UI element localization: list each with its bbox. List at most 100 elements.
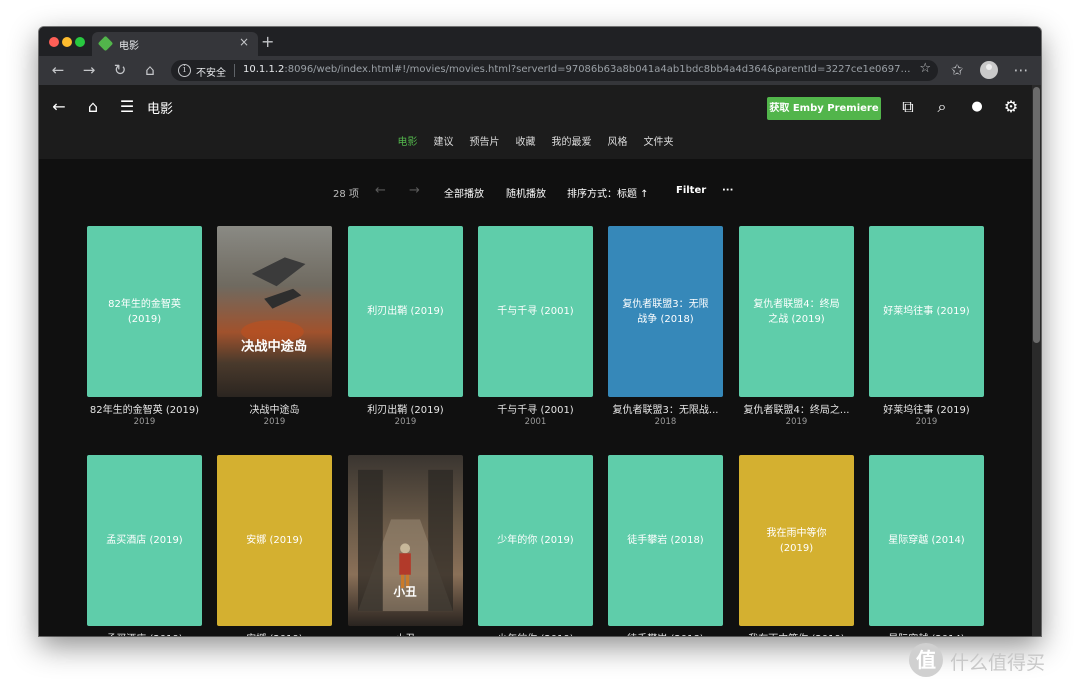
movie-card[interactable]: 利刃出鞘 (2019) 利刃出鞘 (2019) 2019 <box>348 226 463 427</box>
movie-title[interactable]: 82年生的金智英 (2019) <box>87 401 202 416</box>
movie-title[interactable]: 我在雨中等你 (2019) <box>739 630 854 636</box>
tab-suggestions[interactable]: 建议 <box>434 133 454 148</box>
app-back-button[interactable]: ← <box>47 95 71 119</box>
movie-title[interactable]: 小丑 <box>348 630 463 636</box>
insecure-label[interactable]: 不安全 <box>196 64 226 79</box>
poster-title: 好莱坞往事 (2019) <box>883 306 970 317</box>
movie-card[interactable]: 复仇者联盟4：终局之战 (2019) 复仇者联盟4：终局之... 2019 <box>739 226 854 427</box>
next-page-button[interactable]: → <box>409 183 420 198</box>
tab-strip: 电影 × + <box>39 27 1041 56</box>
filter-button[interactable]: Filter <box>676 185 706 196</box>
movie-poster-placeholder[interactable]: 好莱坞往事 (2019) <box>869 226 984 397</box>
movie-poster-placeholder[interactable]: 星际穿越 (2014) <box>869 455 984 626</box>
tab-trailers[interactable]: 预告片 <box>470 133 500 148</box>
tab-collections[interactable]: 收藏 <box>516 133 536 148</box>
movie-poster-placeholder[interactable]: 我在雨中等你 (2019) <box>739 455 854 626</box>
address-bar[interactable]: i 不安全 10.1.1.2:8096/web/index.html#!/mov… <box>171 60 938 81</box>
poster-title: 徒手攀岩 (2018) <box>627 535 704 546</box>
movie-card[interactable]: 我在雨中等你 (2019) 我在雨中等你 (2019) <box>739 455 854 636</box>
window-close-button[interactable] <box>49 37 59 47</box>
movie-poster-placeholder[interactable]: 82年生的金智英 (2019) <box>87 226 202 397</box>
new-tab-button[interactable]: + <box>261 32 274 51</box>
sort-button[interactable]: 排序方式：标题 ↑ <box>567 185 649 200</box>
page-title: 电影 <box>147 102 174 117</box>
play-all-button[interactable]: 全部播放 <box>444 185 484 200</box>
movie-card[interactable]: 安娜 (2019) 安娜 (2019) <box>217 455 332 636</box>
page-scrollbar[interactable] <box>1032 85 1041 636</box>
movie-card[interactable]: 决战中途岛 决战中途岛 2019 <box>217 226 332 427</box>
movie-card[interactable]: 千与千寻 (2001) 千与千寻 (2001) 2001 <box>478 226 593 427</box>
tab-close-icon[interactable]: × <box>239 35 249 49</box>
browser-forward-button[interactable]: → <box>78 56 100 85</box>
scrollbar-thumb[interactable] <box>1033 87 1040 343</box>
browser-back-button[interactable]: ← <box>47 56 69 85</box>
movie-poster-image[interactable]: 小丑 <box>348 455 463 626</box>
movie-poster-placeholder[interactable]: 孟买酒店 (2019) <box>87 455 202 626</box>
movie-card[interactable]: 孟买酒店 (2019) 孟买酒店 (2019) <box>87 455 202 636</box>
info-icon[interactable]: i <box>178 64 191 77</box>
browser-reload-button[interactable]: ↻ <box>109 56 131 85</box>
app-menu-icon[interactable]: ☰ <box>115 95 139 119</box>
movie-poster-placeholder[interactable]: 复仇者联盟3：无限战争 (2018) <box>608 226 723 397</box>
movie-title[interactable]: 好莱坞往事 (2019) <box>869 401 984 416</box>
browser-window: 电影 × + ← → ↻ ⌂ i 不安全 10.1.1.2:8096/web/i… <box>39 27 1041 636</box>
more-options-button[interactable]: ··· <box>722 185 733 196</box>
window-maximize-button[interactable] <box>75 37 85 47</box>
app-home-icon[interactable]: ⌂ <box>81 95 105 119</box>
movie-title[interactable]: 复仇者联盟3：无限战... <box>608 401 723 416</box>
poster-title: 复仇者联盟3：无限战争 (2018) <box>622 298 709 325</box>
watermark-text: 什么值得买 <box>950 652 1046 674</box>
tab-genres[interactable]: 风格 <box>608 133 628 148</box>
movie-title[interactable]: 少年的你 (2019) <box>478 630 593 636</box>
movie-title[interactable]: 利刃出鞘 (2019) <box>348 401 463 416</box>
movie-title[interactable]: 徒手攀岩 (2018) <box>608 630 723 636</box>
movie-poster-placeholder[interactable]: 安娜 (2019) <box>217 455 332 626</box>
movie-poster-placeholder[interactable]: 利刃出鞘 (2019) <box>348 226 463 397</box>
search-icon[interactable]: ⌕ <box>930 95 954 119</box>
movie-poster-placeholder[interactable]: 徒手攀岩 (2018) <box>608 455 723 626</box>
shuffle-button[interactable]: 随机播放 <box>506 185 546 200</box>
poster-title: 少年的你 (2019) <box>497 535 574 546</box>
profile-avatar[interactable] <box>980 61 998 79</box>
movie-card[interactable]: 徒手攀岩 (2018) 徒手攀岩 (2018) <box>608 455 723 636</box>
tab-folders[interactable]: 文件夹 <box>644 133 674 148</box>
movie-poster-placeholder[interactable]: 千与千寻 (2001) <box>478 226 593 397</box>
cast-icon[interactable]: ⧉ <box>896 95 920 119</box>
bookmark-star-icon[interactable]: ☆ <box>919 61 931 76</box>
settings-gear-icon[interactable]: ⚙ <box>999 95 1023 119</box>
svg-text:小丑: 小丑 <box>393 584 418 598</box>
movie-card[interactable]: 小丑小丑 <box>348 455 463 636</box>
browser-tab[interactable]: 电影 × <box>92 32 258 56</box>
window-minimize-button[interactable] <box>62 37 72 47</box>
movie-year: 2019 <box>785 417 808 427</box>
movie-year: 2019 <box>915 417 938 427</box>
movie-title[interactable]: 孟买酒店 (2019) <box>87 630 202 636</box>
movie-card[interactable]: 复仇者联盟3：无限战争 (2018) 复仇者联盟3：无限战... 2018 <box>608 226 723 427</box>
movie-title[interactable]: 决战中途岛 <box>217 401 332 416</box>
tab-favorites[interactable]: 我的最爱 <box>552 133 592 148</box>
movie-title[interactable]: 安娜 (2019) <box>217 630 332 636</box>
movie-title[interactable]: 千与千寻 (2001) <box>478 401 593 416</box>
browser-menu-icon[interactable]: ⋯ <box>1010 56 1032 85</box>
browser-home-button[interactable]: ⌂ <box>139 56 161 85</box>
movie-title[interactable]: 复仇者联盟4：终局之... <box>739 401 854 416</box>
user-icon[interactable]: ● <box>965 95 989 119</box>
movie-poster-image[interactable]: 决战中途岛 <box>217 226 332 397</box>
prev-page-button[interactable]: ← <box>375 183 386 198</box>
movie-poster-placeholder[interactable]: 复仇者联盟4：终局之战 (2019) <box>739 226 854 397</box>
get-premiere-button[interactable]: 获取 Emby Premiere <box>767 97 881 120</box>
movie-card[interactable]: 好莱坞往事 (2019) 好莱坞往事 (2019) 2019 <box>869 226 984 427</box>
poster-title: 千与千寻 (2001) <box>497 306 574 317</box>
poster-title: 复仇者联盟4：终局之战 (2019) <box>753 298 840 325</box>
app-header: ← ⌂ ☰ 电影 获取 Emby Premiere ⧉ ⌕ ● ⚙ 电影 建议 预告… <box>39 85 1032 159</box>
movie-card[interactable]: 星际穿越 (2014) 星际穿越 (2014) <box>869 455 984 636</box>
movie-year: 2019 <box>133 417 156 427</box>
tab-movies[interactable]: 电影 <box>398 133 418 148</box>
movie-card[interactable]: 82年生的金智英 (2019) 82年生的金智英 (2019) 2019 <box>87 226 202 427</box>
movie-card[interactable]: 少年的你 (2019) 少年的你 (2019) <box>478 455 593 636</box>
library-tabs: 电影 建议 预告片 收藏 我的最爱 风格 文件夹 <box>39 133 1032 149</box>
url-text[interactable]: 10.1.1.2:8096/web/index.html#!/movies/mo… <box>243 64 911 75</box>
favorites-icon[interactable]: ✩ <box>946 56 968 85</box>
movie-poster-placeholder[interactable]: 少年的你 (2019) <box>478 455 593 626</box>
movie-title[interactable]: 星际穿越 (2014) <box>869 630 984 636</box>
